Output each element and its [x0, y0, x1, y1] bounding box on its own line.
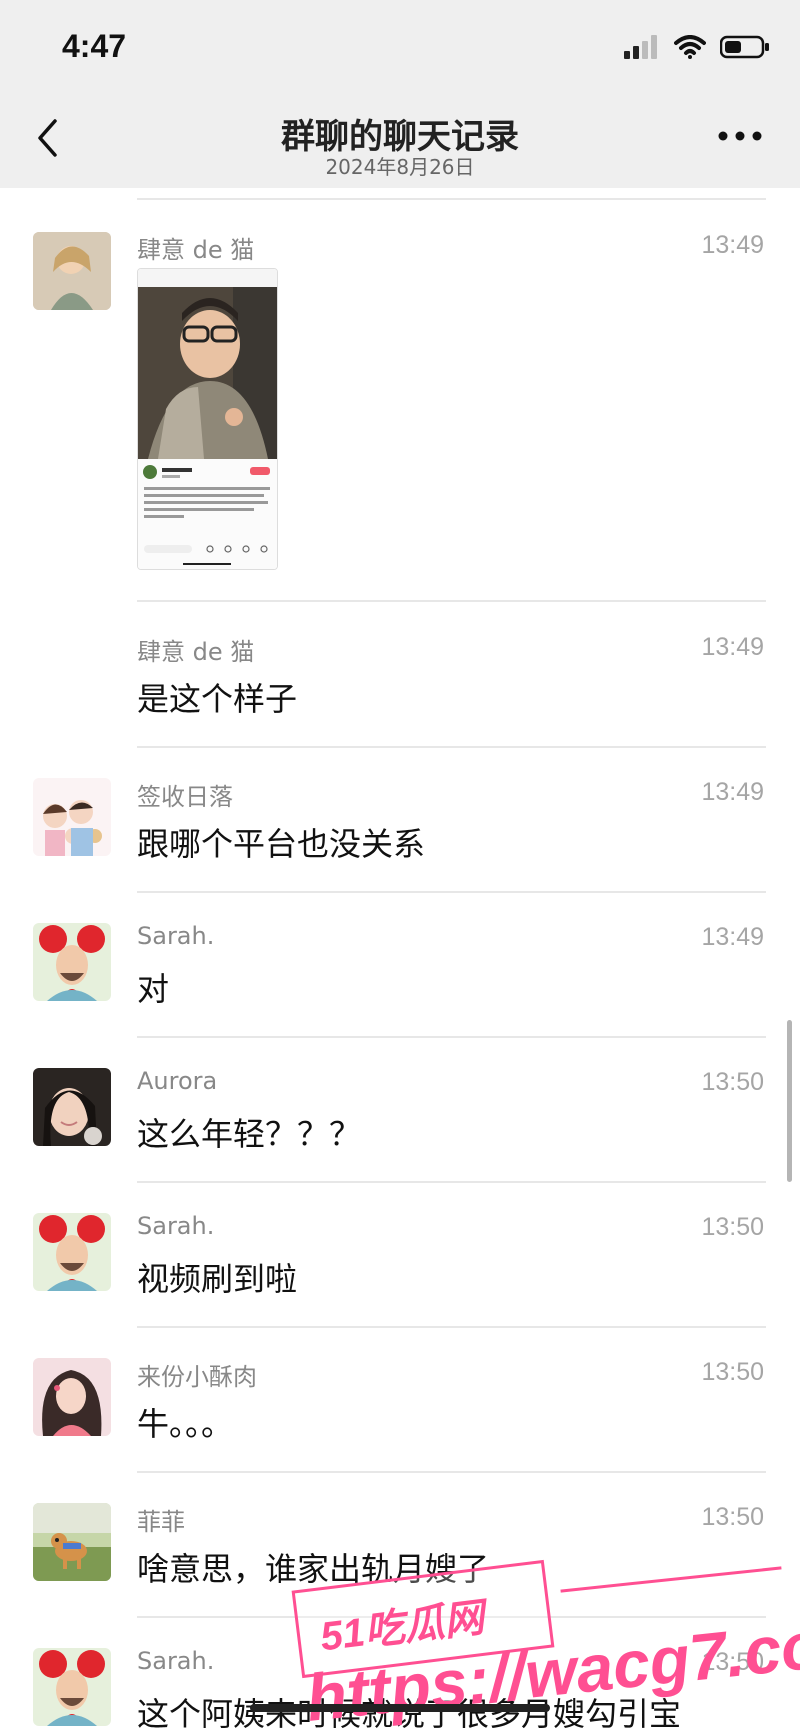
sender-name: 肆意 de 猫 [137, 236, 255, 264]
sender-name: Sarah. [137, 1212, 215, 1240]
avatar[interactable] [33, 232, 111, 310]
avatar[interactable] [33, 778, 111, 856]
divider [137, 1181, 766, 1183]
avatar[interactable] [33, 923, 111, 1001]
message-text: 是这个样子 [137, 680, 298, 718]
message-list[interactable]: 肆意 de 猫 13:49 肆意 de 猫 13:49 是这个样子 签收日落 1… [0, 188, 800, 1733]
sender-name: Sarah. [137, 922, 215, 950]
avatar[interactable] [33, 1358, 111, 1436]
sender-name: Sarah. [137, 1647, 215, 1675]
sender-name: Aurora [137, 1067, 218, 1095]
cellular-signal-icon [624, 35, 657, 59]
divider [137, 1036, 766, 1038]
message-time: 13:50 [701, 1503, 764, 1531]
avatar[interactable] [33, 1068, 111, 1146]
scrollbar[interactable] [787, 1020, 792, 1182]
avatar[interactable] [33, 1648, 111, 1726]
home-indicator [250, 1704, 550, 1712]
battery-icon [720, 35, 769, 59]
message-text: 对 [137, 970, 170, 1008]
image-message[interactable] [137, 268, 278, 570]
message-time: 13:50 [701, 1213, 764, 1241]
divider [137, 600, 766, 602]
message-time: 13:49 [701, 231, 764, 259]
status-icons [624, 35, 770, 59]
divider [137, 746, 766, 748]
message-time: 13:50 [701, 1358, 764, 1386]
status-bar: 4:47 [0, 0, 800, 95]
message-time: 13:50 [701, 1068, 764, 1096]
page-subtitle: 2024年8月26日 [325, 155, 475, 179]
wifi-icon [674, 35, 706, 59]
sender-name: 签收日落 [137, 783, 233, 811]
avatar[interactable] [33, 1213, 111, 1291]
message-text: 牛。。。 [137, 1405, 234, 1443]
message-time: 13:49 [701, 633, 764, 661]
message-text: 这么年轻？？？ [137, 1115, 362, 1153]
sender-name: 菲菲 [137, 1508, 185, 1536]
message-text: 跟哪个平台也没关系 [137, 825, 426, 863]
avatar[interactable] [33, 1503, 111, 1581]
divider [137, 198, 766, 200]
message-text: 视频刷到啦 [137, 1260, 298, 1298]
sender-name: 来份小酥肉 [137, 1363, 257, 1391]
status-time: 4:47 [62, 28, 127, 64]
message-time: 13:49 [701, 778, 764, 806]
divider [137, 1471, 766, 1473]
divider [137, 891, 766, 893]
nav-bar: 群聊的聊天记录 2024年8月26日 [0, 95, 800, 188]
sender-name: 肆意 de 猫 [137, 638, 255, 666]
divider [137, 1326, 766, 1328]
message-time: 13:49 [701, 923, 764, 951]
more-options-icon[interactable] [718, 131, 762, 141]
